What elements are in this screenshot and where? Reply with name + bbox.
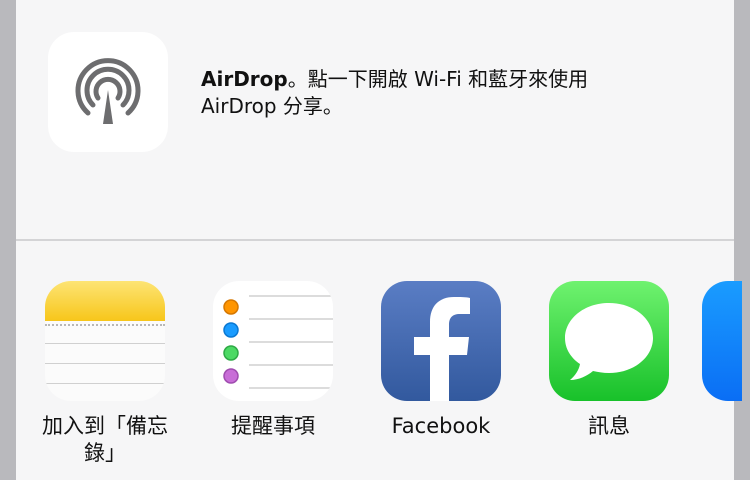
- share-app-facebook[interactable]: Facebook: [366, 281, 516, 440]
- notes-icon[interactable]: [45, 281, 165, 401]
- airdrop-icon[interactable]: [48, 32, 168, 152]
- share-app-messages[interactable]: 訊息: [534, 281, 684, 440]
- share-apps-row: 加入到「備忘錄」 提醒事項 Facebook 訊息: [16, 241, 734, 480]
- share-app-label: 訊息: [588, 414, 630, 438]
- airdrop-message: AirDrop。點一下開啟 Wi-Fi 和藍牙來使用 AirDrop 分享。: [201, 66, 661, 120]
- airdrop-section[interactable]: AirDrop。點一下開啟 Wi-Fi 和藍牙來使用 AirDrop 分享。: [16, 0, 734, 240]
- share-app-label: Facebook: [391, 414, 491, 438]
- share-app-label: 加入到「備忘錄」: [42, 414, 168, 465]
- share-sheet: AirDrop。點一下開啟 Wi-Fi 和藍牙來使用 AirDrop 分享。 加…: [16, 0, 734, 480]
- share-app-reminders[interactable]: 提醒事項: [198, 281, 348, 440]
- facebook-icon[interactable]: [381, 281, 501, 401]
- app-icon-partial[interactable]: [702, 281, 742, 401]
- messages-icon[interactable]: [549, 281, 669, 401]
- airdrop-title: AirDrop: [201, 67, 288, 91]
- share-app-notes[interactable]: 加入到「備忘錄」: [30, 281, 180, 467]
- share-app-label: 提醒事項: [231, 414, 315, 438]
- reminders-icon[interactable]: [213, 281, 333, 401]
